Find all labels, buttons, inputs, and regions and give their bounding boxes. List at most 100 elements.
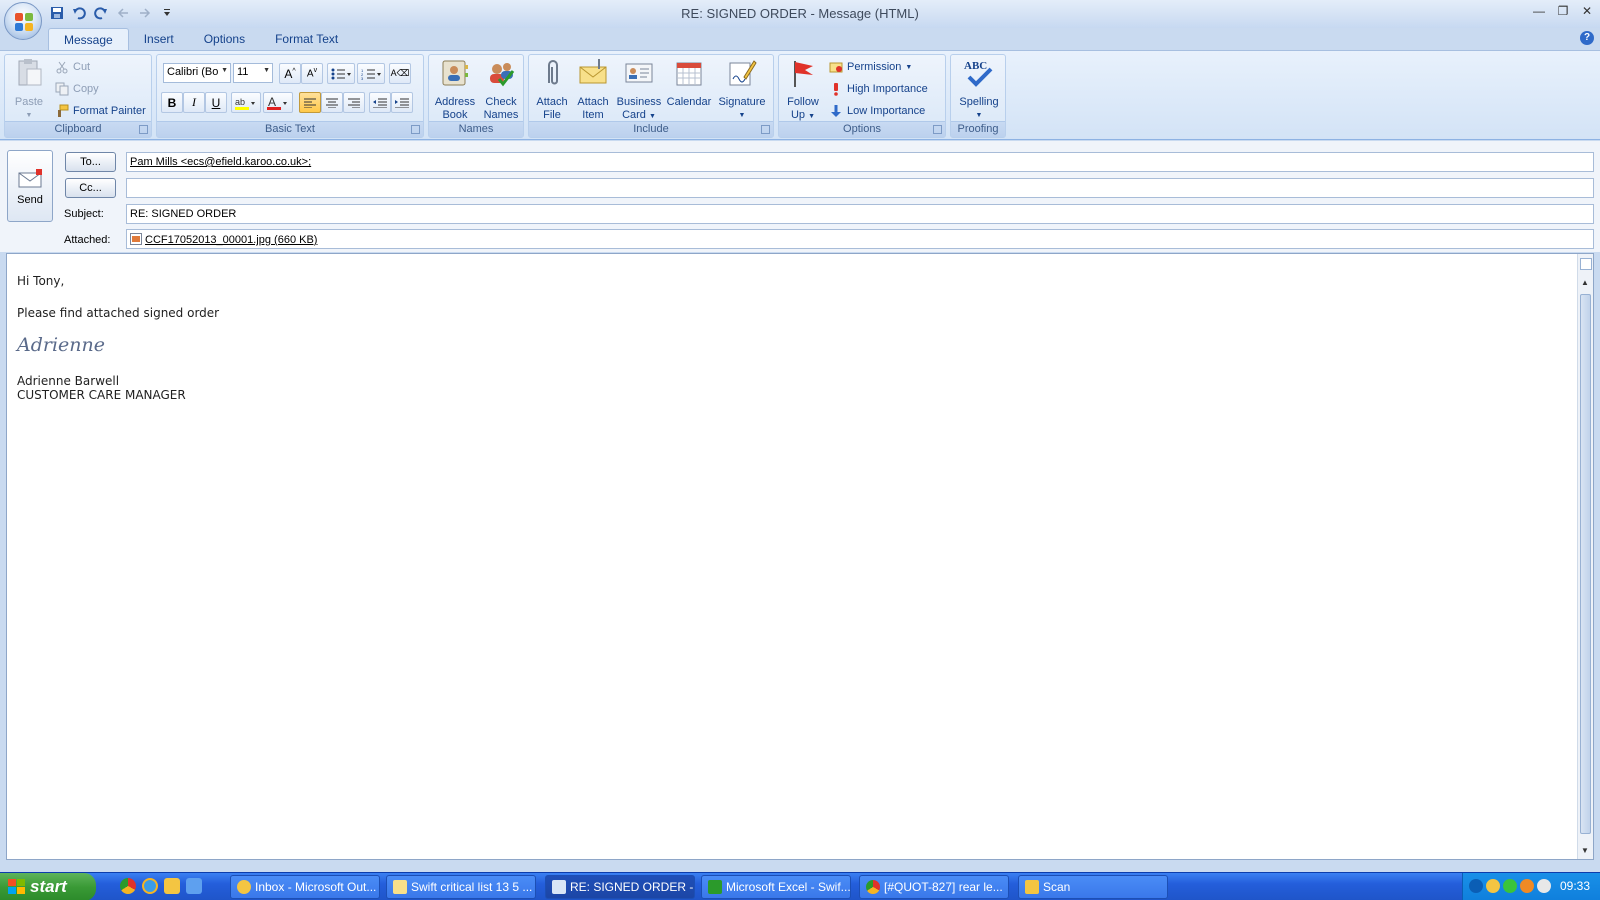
attached-field[interactable]: CCF17052013_00001.jpg (660 KB): [126, 229, 1594, 249]
outlook-quick-icon[interactable]: [164, 878, 180, 894]
image-file-icon: [130, 233, 142, 245]
ruler-toggle-icon[interactable]: [1580, 258, 1592, 270]
tab-message[interactable]: Message: [48, 28, 129, 51]
clipboard-group-label: Clipboard: [5, 121, 151, 137]
task-excel[interactable]: Microsoft Excel - Swif...: [701, 875, 851, 899]
align-left-button[interactable]: [299, 92, 321, 113]
underline-button[interactable]: U: [205, 92, 227, 113]
copy-icon: [55, 82, 69, 96]
bullets-button[interactable]: [327, 63, 355, 84]
refresh-quick-icon[interactable]: [186, 878, 202, 894]
tab-options[interactable]: Options: [189, 28, 260, 51]
bold-label: B: [167, 95, 177, 110]
cut-button[interactable]: Cut: [55, 58, 90, 76]
low-importance-button[interactable]: Low Importance: [829, 102, 925, 120]
format-painter-button[interactable]: Format Painter: [55, 102, 146, 120]
chrome-icon[interactable]: [120, 878, 136, 894]
grow-font-button[interactable]: A^: [279, 63, 301, 84]
scroll-down-icon[interactable]: ▼: [1581, 846, 1589, 855]
font-color-button[interactable]: A: [263, 92, 293, 113]
scroll-thumb[interactable]: [1580, 294, 1591, 834]
envelope-icon: [579, 59, 607, 84]
start-button[interactable]: start: [0, 873, 96, 900]
task-quot-827[interactable]: [#QUOT-827] rear le...: [859, 875, 1009, 899]
clipboard-dialog-launcher[interactable]: [139, 125, 148, 134]
task-scan[interactable]: Scan: [1018, 875, 1168, 899]
task-inbox[interactable]: Inbox - Microsoft Out...: [230, 875, 380, 899]
tab-insert[interactable]: Insert: [129, 28, 189, 51]
tab-format-text[interactable]: Format Text: [260, 28, 353, 51]
task-signed-order[interactable]: RE: SIGNED ORDER -...: [545, 875, 695, 899]
follow-up-button[interactable]: Follow Up ▼: [783, 57, 823, 123]
follow-up-dropdown-icon: ▼: [808, 113, 816, 120]
high-importance-label: High Importance: [847, 83, 928, 95]
highlight-button[interactable]: ab: [231, 92, 261, 113]
tray-outlook-icon[interactable]: [1486, 879, 1500, 893]
system-tray: 09:33: [1462, 873, 1600, 900]
check-names-button[interactable]: Check Names: [479, 57, 523, 122]
signature-button[interactable]: Signature ▼: [715, 57, 769, 122]
format-painter-icon: [58, 104, 69, 117]
task-swift-critical[interactable]: Swift critical list 13 5 ...: [386, 875, 536, 899]
font-name-combo[interactable]: Calibri (Bo ▼: [163, 63, 231, 83]
maximize-icon[interactable]: ❐: [1556, 4, 1570, 18]
shrink-font-button[interactable]: Av: [301, 63, 323, 84]
follow-up-label-2: Up: [790, 109, 806, 121]
attach-file-button[interactable]: Attach File: [533, 57, 571, 122]
to-field[interactable]: Pam Mills <ecs@efield.karoo.co.uk>;: [126, 152, 1594, 172]
italic-button[interactable]: I: [183, 92, 205, 113]
align-right-button[interactable]: [343, 92, 365, 113]
attachment-link[interactable]: CCF17052013_00001.jpg (660 KB): [145, 234, 317, 246]
address-book-button[interactable]: Address Book: [433, 57, 477, 122]
subject-field[interactable]: RE: SIGNED ORDER: [126, 204, 1594, 224]
send-button[interactable]: Send: [7, 150, 53, 222]
font-size-combo[interactable]: 11 ▼: [233, 63, 273, 83]
font-size-value: 11: [237, 66, 249, 78]
spelling-button[interactable]: ABC Spelling ▼: [953, 57, 1005, 122]
close-icon[interactable]: ✕: [1580, 4, 1594, 18]
scroll-up-icon[interactable]: ▲: [1581, 278, 1589, 287]
proofing-group: ABC Spelling ▼ Proofing: [950, 54, 1006, 138]
help-icon[interactable]: ?: [1580, 31, 1594, 45]
attach-item-label-1: Attach: [577, 96, 609, 108]
paste-button[interactable]: Paste ▼: [9, 57, 49, 122]
decrease-indent-button[interactable]: [369, 92, 391, 113]
increase-indent-icon: [395, 98, 409, 108]
options-dialog-launcher[interactable]: [933, 125, 942, 134]
font-name-dropdown-icon: ▼: [221, 67, 228, 74]
numbering-button[interactable]: 123: [357, 63, 385, 84]
basic-text-dialog-launcher[interactable]: [411, 125, 420, 134]
message-header: Send To... Pam Mills <ecs@efield.karoo.c…: [0, 141, 1600, 252]
calendar-button[interactable]: Calendar: [665, 57, 713, 109]
vertical-scrollbar[interactable]: ▲ ▼: [1577, 254, 1593, 859]
business-card-button[interactable]: Business Card ▼: [615, 57, 663, 123]
clear-formatting-button[interactable]: A⌫: [389, 63, 411, 84]
to-recipient[interactable]: Pam Mills <ecs@efield.karoo.co.uk>;: [130, 156, 311, 168]
paste-label: Paste: [14, 96, 44, 108]
align-center-button[interactable]: [321, 92, 343, 113]
increase-indent-button[interactable]: [391, 92, 413, 113]
svg-text:ab: ab: [235, 97, 245, 107]
tray-green-icon[interactable]: [1503, 879, 1517, 893]
options-group-label: Options: [779, 121, 945, 137]
include-dialog-launcher[interactable]: [761, 125, 770, 134]
tray-sync-icon[interactable]: [1537, 879, 1551, 893]
tray-arrow-icon[interactable]: [1469, 879, 1483, 893]
permission-button[interactable]: Permission ▼: [829, 58, 912, 76]
attach-item-button[interactable]: Attach Item: [573, 57, 613, 122]
signature-name: Adrienne Barwell: [17, 374, 120, 388]
bold-button[interactable]: B: [161, 92, 183, 113]
tray-orange-icon[interactable]: [1520, 879, 1534, 893]
message-body[interactable]: Hi Tony, Please find attached signed ord…: [6, 253, 1594, 860]
copy-button[interactable]: Copy: [55, 80, 99, 98]
office-button[interactable]: [4, 2, 42, 40]
internet-explorer-icon[interactable]: [142, 878, 158, 894]
numbering-icon: 123: [361, 68, 381, 80]
high-importance-button[interactable]: High Importance: [829, 80, 928, 98]
bullets-icon: [331, 68, 351, 79]
cc-button[interactable]: Cc...: [65, 178, 116, 198]
minimize-icon[interactable]: —: [1532, 4, 1546, 18]
to-button[interactable]: To...: [65, 152, 116, 172]
cc-field[interactable]: [126, 178, 1594, 198]
include-group-label: Include: [529, 121, 773, 137]
